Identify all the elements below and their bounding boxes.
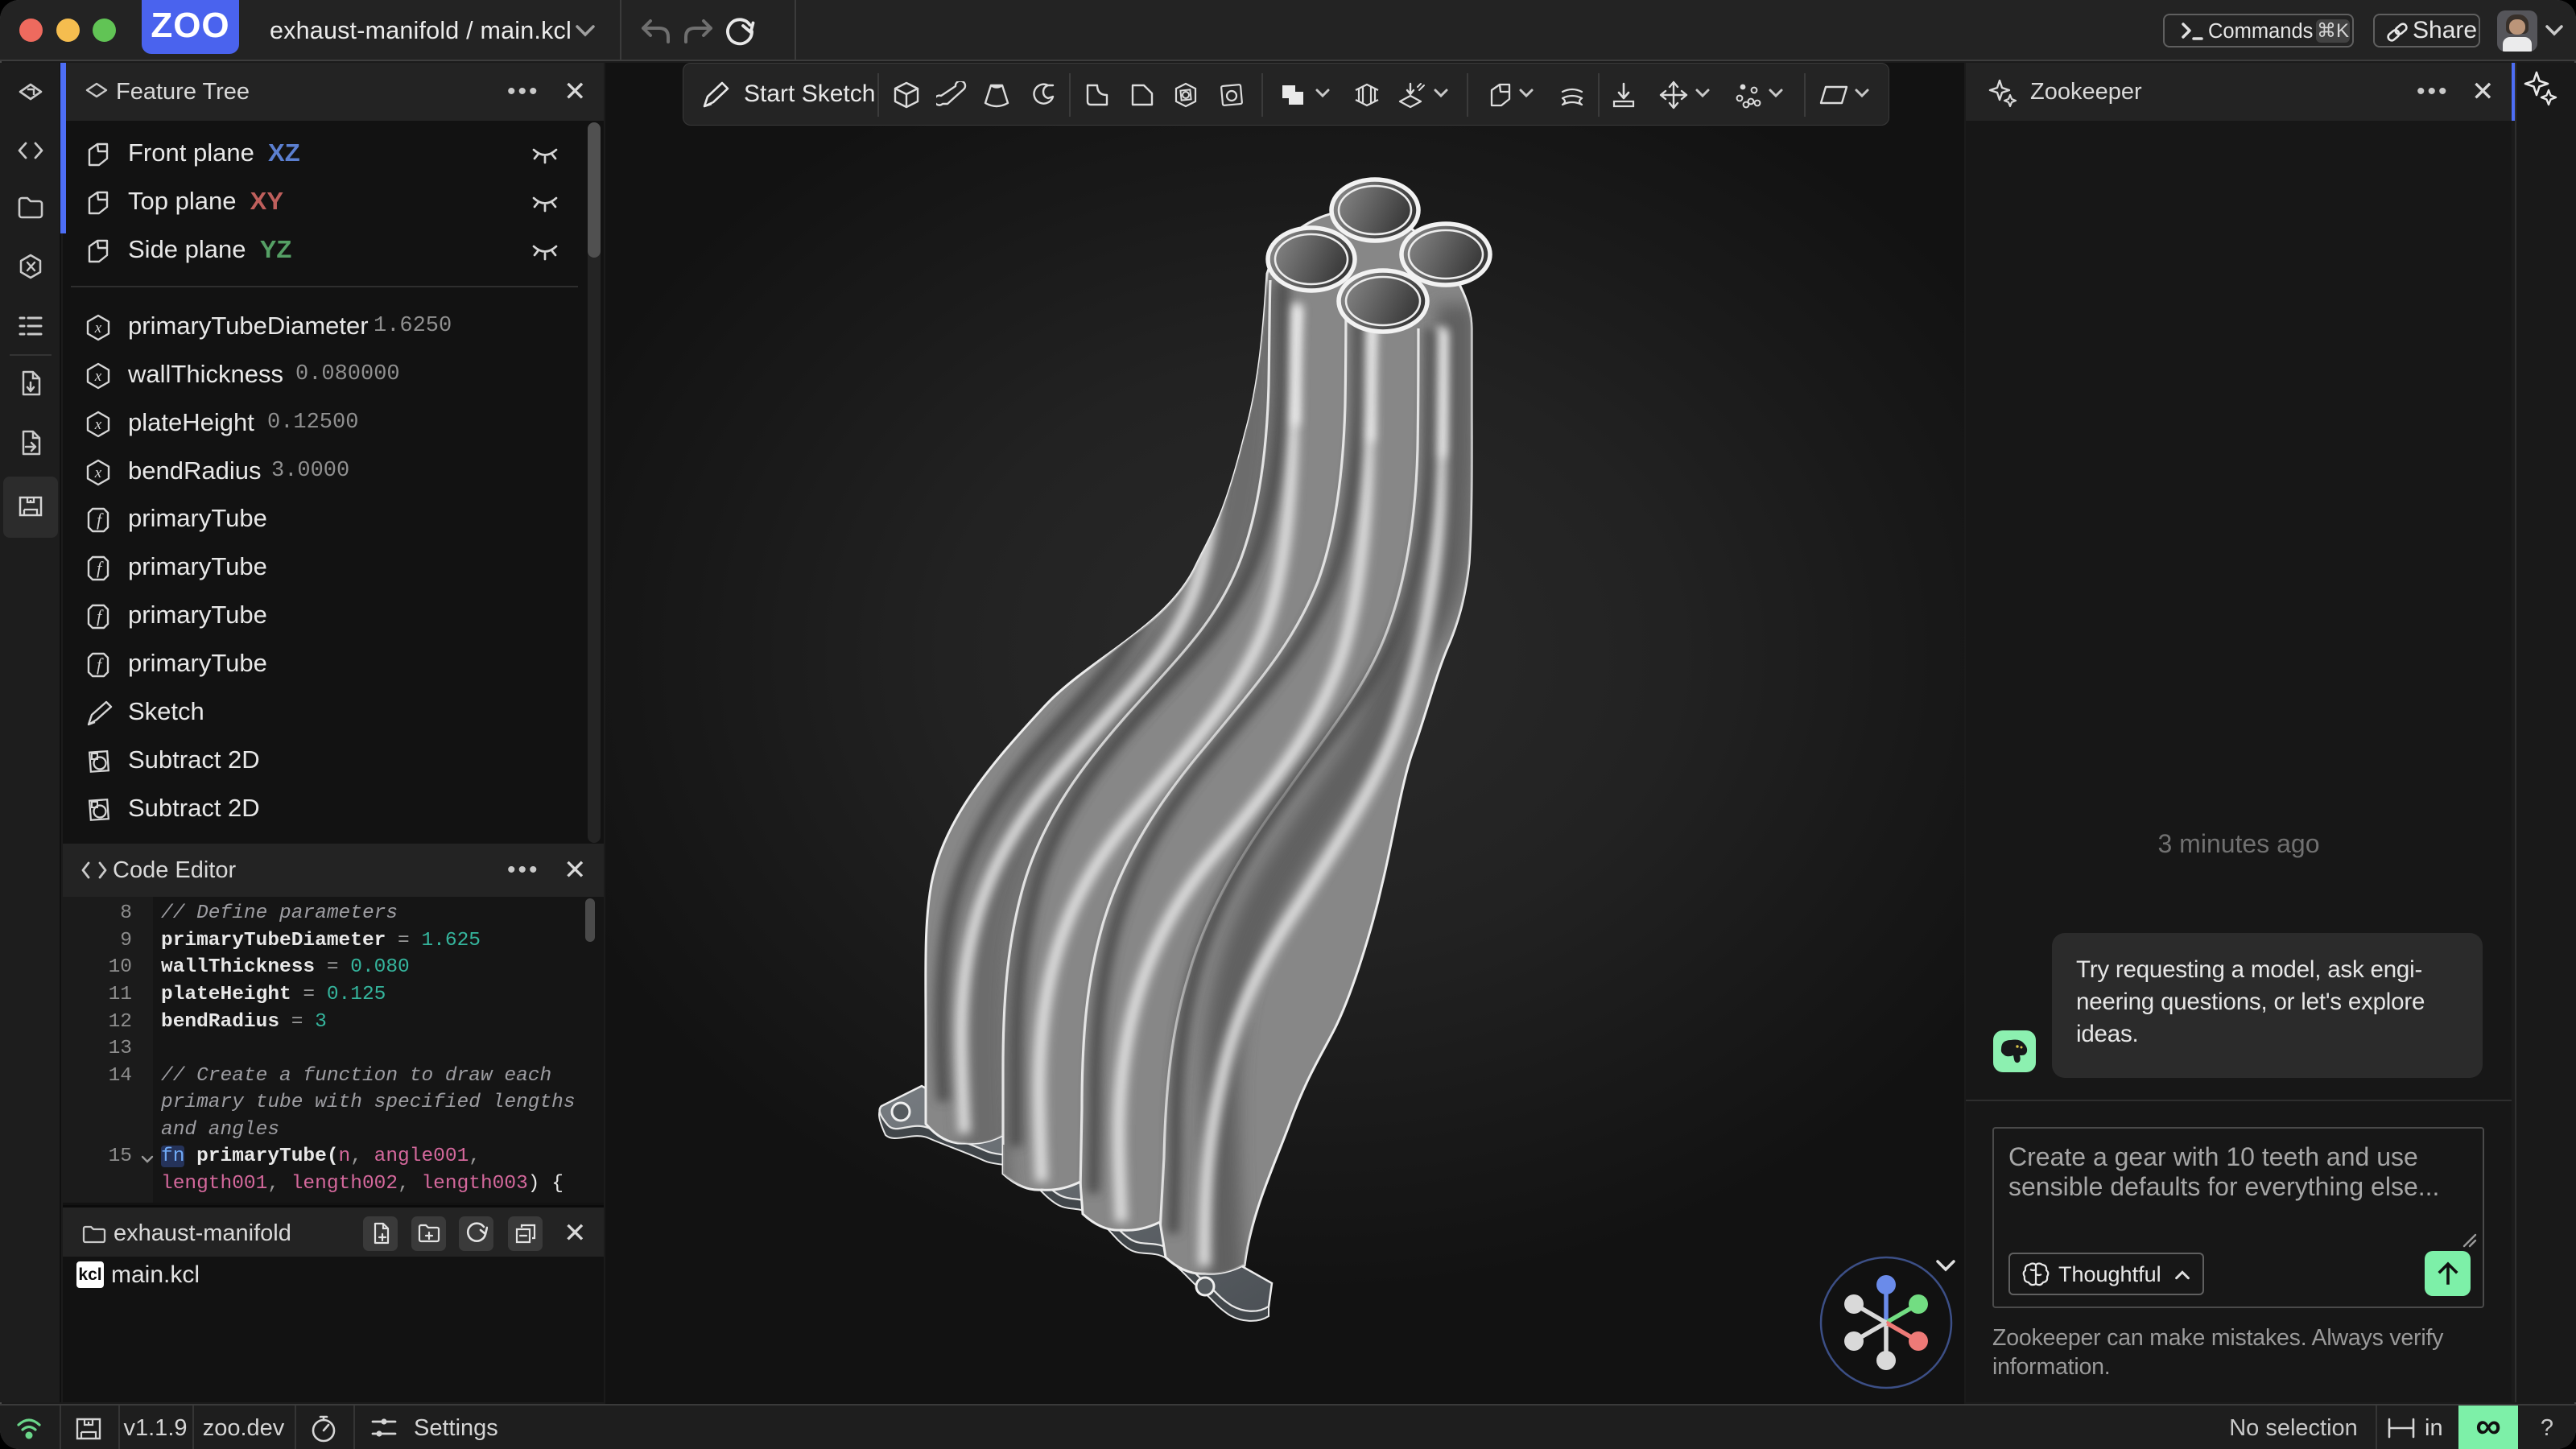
svg-text:f: f [97, 510, 104, 530]
svg-text:x: x [94, 464, 102, 481]
svg-text:x: x [94, 320, 102, 336]
svg-text:f: f [97, 558, 104, 578]
svg-text:x: x [94, 416, 102, 433]
svg-text:f: f [97, 654, 104, 675]
svg-text:f: f [97, 606, 104, 626]
svg-text:x: x [94, 368, 102, 385]
